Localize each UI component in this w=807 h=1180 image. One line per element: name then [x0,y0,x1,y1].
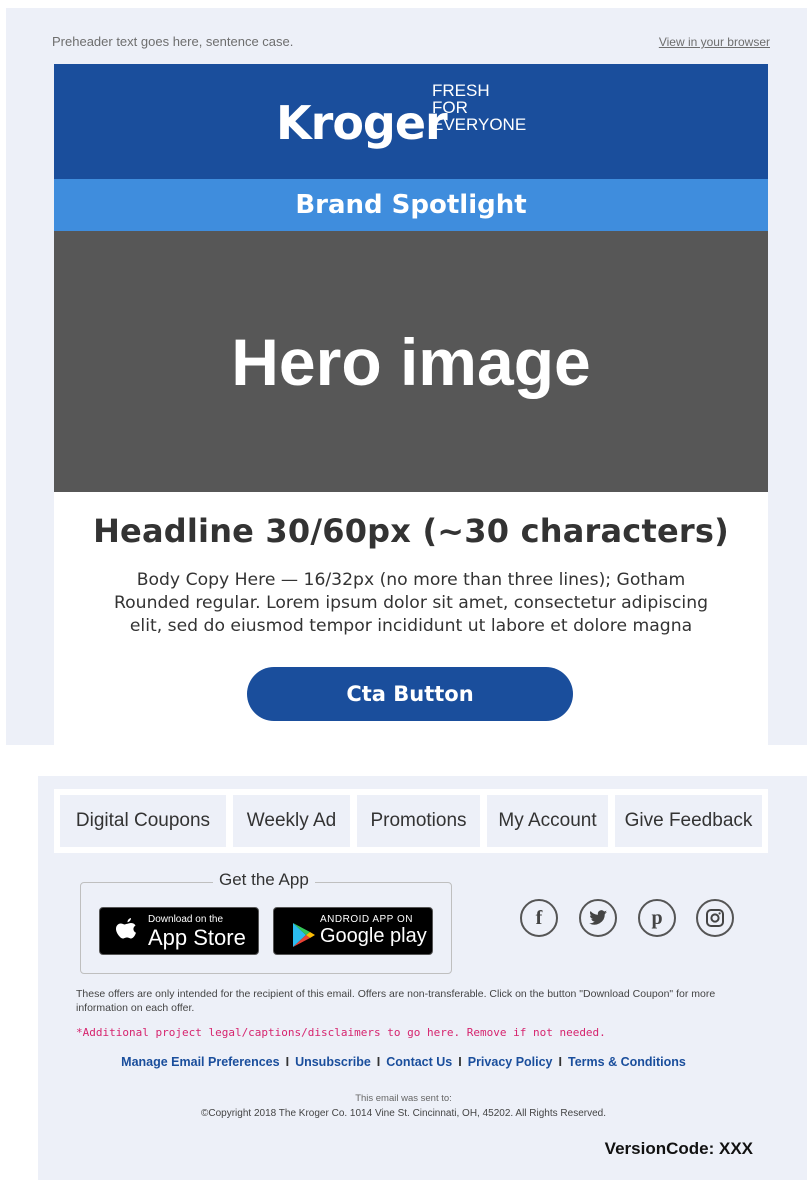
app-store-button[interactable]: Download on the App Store [99,907,259,955]
link-separator: I [285,1055,290,1069]
hero-image-label: Hero image [231,324,591,399]
logo-wordmark: Kroger [276,96,448,150]
sent-to-text: This email was sent to: [355,1093,452,1104]
pinterest-glyph: p [651,906,663,929]
google-play-icon [292,922,316,953]
facebook-icon[interactable]: f [520,899,558,937]
footer-nav: Digital Coupons Weekly Ad Promotions My … [54,789,768,853]
instagram-camera-glyph [706,909,724,927]
nav-promotions[interactable]: Promotions [357,795,480,847]
tagline-line: FOR [432,98,468,117]
privacy-policy-link[interactable]: Privacy Policy [468,1055,553,1069]
brand-spotlight-banner: Brand Spotlight [54,179,768,231]
terms-and-conditions-link[interactable]: Terms & Conditions [568,1055,686,1069]
nav-my-account[interactable]: My Account [487,795,608,847]
body-copy-line: Rounded regular. Lorem ipsum dolor sit a… [113,593,708,613]
twitter-icon[interactable] [579,899,617,937]
tagline-line: FRESH [432,81,490,100]
view-in-browser-link[interactable]: View in your browser [659,35,770,49]
hero-image[interactable]: Hero image [54,231,768,492]
tagline-line: EVERYONE [432,115,527,134]
contact-us-link[interactable]: Contact Us [386,1055,452,1069]
disclaimer-text: *Additional project legal/captions/discl… [76,1026,606,1039]
body-copy-line: Body Copy Here — 16/32px (no more than t… [136,570,686,590]
apple-icon [112,916,140,951]
manage-email-preferences-link[interactable]: Manage Email Preferences [121,1055,279,1069]
nav-give-feedback[interactable]: Give Feedback [615,795,762,847]
legal-text: These offers are only intended for the r… [76,988,716,1014]
nav-weekly-ad[interactable]: Weekly Ad [233,795,350,847]
instagram-icon[interactable] [696,899,734,937]
cta-button-label: Cta Button [346,682,474,706]
logo-tagline: FRESH FOR EVERYONE [432,82,562,133]
version-code: VersionCode: XXX [604,1139,753,1158]
facebook-glyph: f [535,906,543,929]
twitter-bird-glyph [589,910,607,925]
preheader-text: Preheader text goes here, sentence case. [52,34,294,49]
google-play-small-text: ANDROID APP ON [320,914,413,925]
link-separator: I [376,1055,381,1069]
kroger-logo[interactable]: Kroger FRESH FOR EVERYONE [276,78,566,168]
google-play-button[interactable]: ANDROID APP ON Google play [273,907,433,955]
headline: Headline 30/60px (~30 characters) [93,512,729,550]
app-store-small-text: Download on the [148,914,224,925]
google-play-big-text: Google play [320,925,427,947]
brand-header: Kroger FRESH FOR EVERYONE [54,64,768,179]
pinterest-icon[interactable]: p [638,899,676,937]
brand-spotlight-label: Brand Spotlight [295,190,527,220]
email-card: Kroger FRESH FOR EVERYONE Brand Spotligh… [54,64,768,745]
app-store-big-text: App Store [148,925,246,950]
copyright-text: ©Copyright 2018 The Kroger Co. 1014 Vine… [201,1108,606,1119]
nav-digital-coupons[interactable]: Digital Coupons [60,795,226,847]
get-the-app-title: Get the App [213,870,315,890]
get-the-app-box: Get the App Download on the App Store AN… [80,870,452,974]
link-separator: I [558,1055,562,1069]
body-copy-line: elit, sed do eiusmod tempor incididunt u… [129,616,693,636]
cta-button[interactable]: Cta Button [247,667,573,721]
footer-links: Manage Email Preferences I Unsubscribe I Con… [0,1055,807,1069]
unsubscribe-link[interactable]: Unsubscribe [295,1055,371,1069]
link-separator: I [458,1055,462,1069]
body-copy: Body Copy Here — 16/32px (no more than t… [78,569,744,638]
